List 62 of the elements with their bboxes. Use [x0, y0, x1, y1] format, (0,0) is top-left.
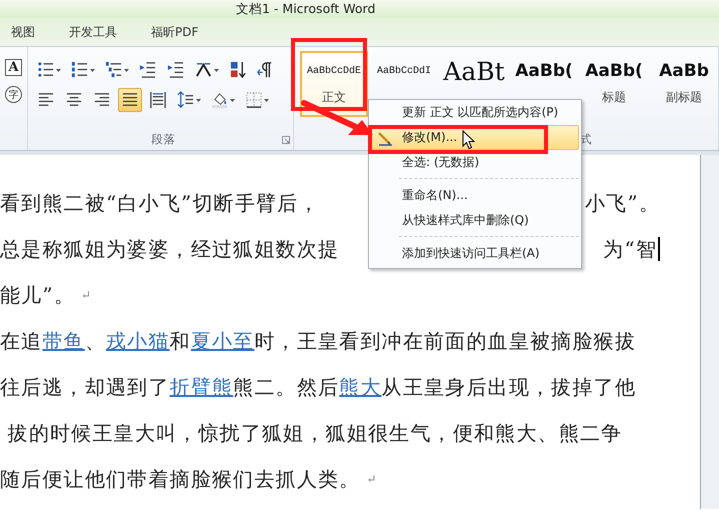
align-left-icon: [36, 91, 55, 109]
body-text: 从王皇身后出现，拔掉了他: [382, 374, 636, 400]
justify-button[interactable]: [118, 88, 142, 112]
ribbon-tab[interactable]: 视图: [7, 20, 39, 44]
window-title: 文档1 - Microsoft Word: [0, 0, 719, 18]
enclose-characters-button[interactable]: 字: [5, 86, 22, 103]
hyperlink[interactable]: 夏小至: [190, 328, 254, 354]
hyperlink[interactable]: 折臂熊: [170, 374, 234, 400]
ribbon-tab[interactable]: 开发工具: [65, 20, 121, 44]
borders-icon: [244, 91, 263, 109]
scrollbar[interactable]: [700, 155, 719, 509]
group-label: 段落: [151, 132, 176, 146]
paragraph-mark: ↵: [81, 288, 92, 302]
menu-item[interactable]: 重命名(N)...: [371, 183, 579, 208]
bullets-icon: [36, 61, 55, 79]
body-text: 能儿”。: [0, 282, 76, 308]
caret-icon: [90, 68, 95, 72]
asian-layout-icon: [194, 61, 213, 79]
distribute-icon: [148, 91, 167, 109]
hyperlink[interactable]: 戎小猫: [106, 328, 170, 354]
align-right-icon: [92, 91, 111, 109]
body-text: 、: [84, 328, 106, 354]
body-text: 随后便让他们带着摘脸猴们去抓人类。: [0, 466, 360, 492]
body-text: 时，王皇看到冲在前面的血皇被摘脸猴拔: [254, 328, 636, 354]
ribbon-tab[interactable]: 福昕PDF: [147, 20, 202, 44]
menu-item[interactable]: 从快速样式库中删除(Q): [371, 208, 579, 233]
character-border-button[interactable]: A: [5, 59, 22, 76]
body-text: 和: [170, 328, 191, 354]
menu-item[interactable]: 全选: (无数据): [371, 150, 579, 175]
body-text: 熊二。然后: [233, 374, 340, 400]
shading-icon: [210, 91, 229, 109]
caret-icon: [264, 98, 269, 102]
caret-icon: [56, 68, 61, 72]
menu-item[interactable]: 添加到快速访问工具栏(A): [371, 241, 579, 266]
caret-icon: [214, 68, 219, 72]
menu-item[interactable]: 更新 正文 以匹配所选内容(P): [371, 100, 579, 125]
body-text: 在追: [0, 328, 42, 354]
caret-icon: [124, 68, 129, 72]
body-text: 小飞”。: [584, 190, 660, 216]
line-spacing-icon: [176, 91, 195, 109]
outdent-icon: [138, 61, 157, 79]
body-text: 往后逃，却遇到了: [0, 374, 170, 400]
indent-icon: [166, 61, 185, 79]
pencil-icon: [377, 130, 393, 146]
hyperlink[interactable]: 带鱼: [42, 328, 85, 354]
mouse-pointer-icon: [462, 130, 475, 150]
body-text: 拔的时候王皇大叫，惊扰了狐姐，狐姐很生气，便和熊大、熊二争: [6, 420, 622, 446]
paragraph-mark: ↵: [366, 472, 376, 486]
sort-icon: [228, 61, 247, 79]
style-gallery-item[interactable]: AaBb( 标题: [580, 51, 648, 117]
caret-icon: [230, 98, 235, 102]
body-text: 为“智: [603, 236, 657, 262]
body-text: 总是称狐姐为婆婆，经过狐姐数次提: [0, 236, 340, 262]
caret-icon: [196, 98, 201, 102]
style-gallery-item[interactable]: AaBb 副标题: [650, 51, 718, 117]
dialog-launcher-icon[interactable]: [282, 136, 290, 144]
multilevel-icon: [104, 61, 123, 79]
hyperlink[interactable]: 熊大: [339, 374, 382, 400]
justify-icon: [120, 91, 139, 109]
align-center-icon: [64, 91, 83, 109]
body-text: 看到熊二被“白小飞”切断手臂后，: [0, 190, 320, 216]
numbering-icon: [70, 61, 89, 79]
